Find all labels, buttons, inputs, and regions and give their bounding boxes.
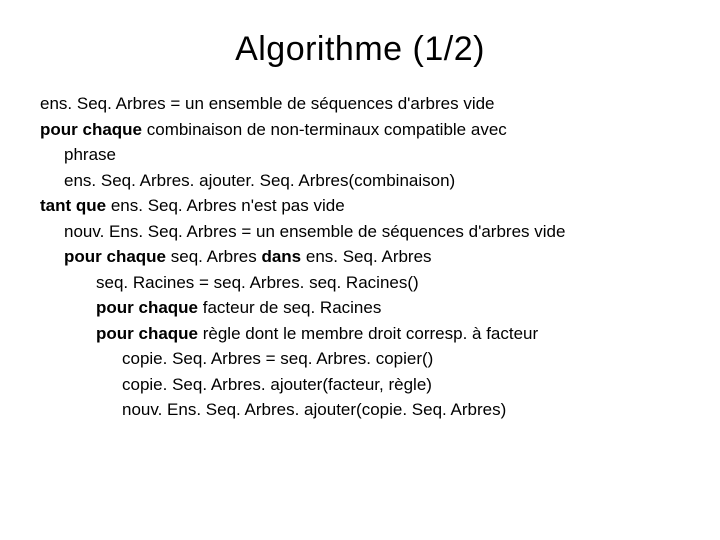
text-run: ens. Seq. Arbres n'est pas vide [106, 196, 345, 215]
algo-line: pour chaque règle dont le membre droit c… [40, 321, 680, 347]
text-run: pour chaque [64, 247, 166, 266]
text-run: combinaison de non-terminaux compatible … [142, 120, 507, 139]
algo-line: nouv. Ens. Seq. Arbres = un ensemble de … [40, 219, 680, 245]
algo-line: pour chaque facteur de seq. Racines [40, 295, 680, 321]
text-run: règle dont le membre droit corresp. à fa… [198, 324, 538, 343]
text-run: phrase [64, 145, 116, 164]
text-run: dans [261, 247, 301, 266]
slide: Algorithme (1/2) ens. Seq. Arbres = un e… [0, 0, 720, 540]
algo-line: phrase [40, 142, 680, 168]
text-run: ens. Seq. Arbres [301, 247, 431, 266]
algo-line: copie. Seq. Arbres = seq. Arbres. copier… [40, 346, 680, 372]
algo-line: tant que ens. Seq. Arbres n'est pas vide [40, 193, 680, 219]
text-run: copie. Seq. Arbres = seq. Arbres. copier… [122, 349, 433, 368]
text-run: facteur de seq. Racines [198, 298, 381, 317]
algo-line: pour chaque combinaison de non-terminaux… [40, 117, 680, 143]
text-run: pour chaque [96, 324, 198, 343]
algo-line: ens. Seq. Arbres. ajouter. Seq. Arbres(c… [40, 168, 680, 194]
slide-title: Algorithme (1/2) [40, 30, 680, 69]
algorithm-body: ens. Seq. Arbres = un ensemble de séquen… [40, 91, 680, 423]
text-run: seq. Racines = seq. Arbres. seq. Racines… [96, 273, 419, 292]
text-run: seq. Arbres [166, 247, 261, 266]
text-run: copie. Seq. Arbres. ajouter(facteur, règ… [122, 375, 432, 394]
text-run: nouv. Ens. Seq. Arbres. ajouter(copie. S… [122, 400, 506, 419]
text-run: pour chaque [96, 298, 198, 317]
algo-line: copie. Seq. Arbres. ajouter(facteur, règ… [40, 372, 680, 398]
text-run: tant que [40, 196, 106, 215]
text-run: ens. Seq. Arbres = un ensemble de séquen… [40, 94, 495, 113]
algo-line: pour chaque seq. Arbres dans ens. Seq. A… [40, 244, 680, 270]
algo-line: ens. Seq. Arbres = un ensemble de séquen… [40, 91, 680, 117]
algo-line: seq. Racines = seq. Arbres. seq. Racines… [40, 270, 680, 296]
algo-line: nouv. Ens. Seq. Arbres. ajouter(copie. S… [40, 397, 680, 423]
text-run: pour chaque [40, 120, 142, 139]
text-run: ens. Seq. Arbres. ajouter. Seq. Arbres(c… [64, 171, 455, 190]
text-run: nouv. Ens. Seq. Arbres = un ensemble de … [64, 222, 565, 241]
